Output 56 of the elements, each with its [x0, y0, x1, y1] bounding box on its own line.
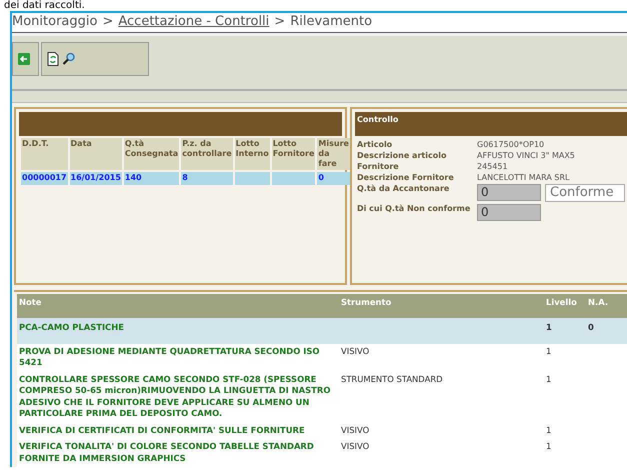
table-cell[interactable]: 8 — [181, 172, 233, 185]
table-cell[interactable]: 00000017 — [21, 172, 68, 185]
column-header: Q.tà Consegnata — [124, 138, 180, 170]
quantity-field[interactable]: 0 — [477, 184, 541, 201]
table-cell: 1 — [544, 439, 586, 467]
field-label: Articolo — [357, 140, 394, 149]
column-header: P.z. da controllare — [181, 138, 233, 170]
breadcrumb-link[interactable]: Accettazione - Controlli — [118, 14, 270, 29]
table-cell: STRUMENTO STANDARD — [339, 372, 544, 422]
table-cell[interactable]: 16/01/2015 — [70, 172, 122, 185]
field-label: Di cui Q.tà Non conforme — [357, 204, 472, 215]
table-cell: 1 — [544, 372, 586, 422]
column-header: Misure da fare — [317, 138, 350, 170]
field-value: 245451 — [477, 162, 509, 171]
group-cell: PCA-CAMO PLASTICHE — [17, 318, 339, 344]
quantity-field[interactable]: 0 — [477, 204, 541, 221]
search-icon[interactable] — [62, 52, 76, 66]
column-header: Lotto Interno — [234, 138, 270, 170]
table-cell: VISIVO — [339, 439, 544, 467]
breadcrumb-separator: > — [274, 14, 286, 29]
table-cell[interactable]: 140 — [124, 172, 180, 185]
note-cell: VERIFICA DI CERTIFICATI DI CONFORMITA' SULLE FORNITURE — [17, 422, 339, 439]
table-cell: 1 — [544, 422, 586, 439]
refresh-document-icon[interactable] — [47, 52, 59, 66]
column-header: Note — [17, 294, 339, 318]
breadcrumb-item: Monitoraggio — [12, 14, 98, 29]
table-cell[interactable]: 0 — [317, 172, 350, 185]
breadcrumb-item: Rilevamento — [290, 14, 372, 29]
field-value: AFFUSTO VINCI 3" MAX5 — [477, 150, 576, 160]
table-cell: VISIVO — [339, 344, 544, 372]
note-cell: VERIFICA TONALITA' DI COLORE SECONDO TABELLE STANDARD FORNITE DA IMMERSION GRAPHICS — [17, 439, 339, 467]
note-cell: CONTROLLARE SPESSORE CAMO SECONDO STF-028 (SPESSORE COMPRESO 50-65 micron)RIMUOVENDO LA LINGUETTA DI NASTRO ADESIVO CHE IL FORNITORE DEVE APPLICARE SU ALMENO UN PARTICOLARE PRIMA DEL DEPOSITO CAMO. — [17, 372, 339, 422]
table-cell[interactable] — [272, 172, 316, 185]
column-header: Lotto Fornitore — [272, 138, 316, 170]
panel-header: Controllo — [355, 112, 627, 136]
column-header: N.A. — [586, 294, 627, 318]
status-field[interactable]: Conforme — [545, 184, 625, 202]
column-header: Livello — [544, 294, 586, 318]
page-text: dei dati raccolti. — [3, 0, 86, 11]
field-label: Fornitore — [357, 162, 400, 171]
field-value: G0617500*OP10 — [477, 140, 546, 149]
field-label: Descrizione articolo — [357, 150, 448, 160]
column-header: D.D.T. — [21, 138, 68, 170]
back-arrow-icon[interactable] — [18, 52, 30, 65]
table-cell: 1 — [544, 344, 586, 372]
table-cell[interactable] — [234, 172, 270, 185]
column-header: Strumento — [339, 294, 544, 318]
table-cell: 1 — [544, 318, 586, 344]
note-cell: PROVA DI ADESIONE MEDIANTE QUADRETTATURA SECONDO ISO 5421 — [17, 344, 339, 372]
field-label: Q.tà da Accantonare — [357, 184, 450, 195]
table-cell: 0 — [586, 318, 627, 344]
field-label: Descrizione Fornitore — [357, 172, 455, 182]
field-value: LANCELOTTI MARA SRL — [477, 172, 570, 182]
breadcrumb-separator: > — [102, 14, 114, 29]
table-cell: VISIVO — [339, 422, 544, 439]
column-header: Data — [70, 138, 122, 170]
